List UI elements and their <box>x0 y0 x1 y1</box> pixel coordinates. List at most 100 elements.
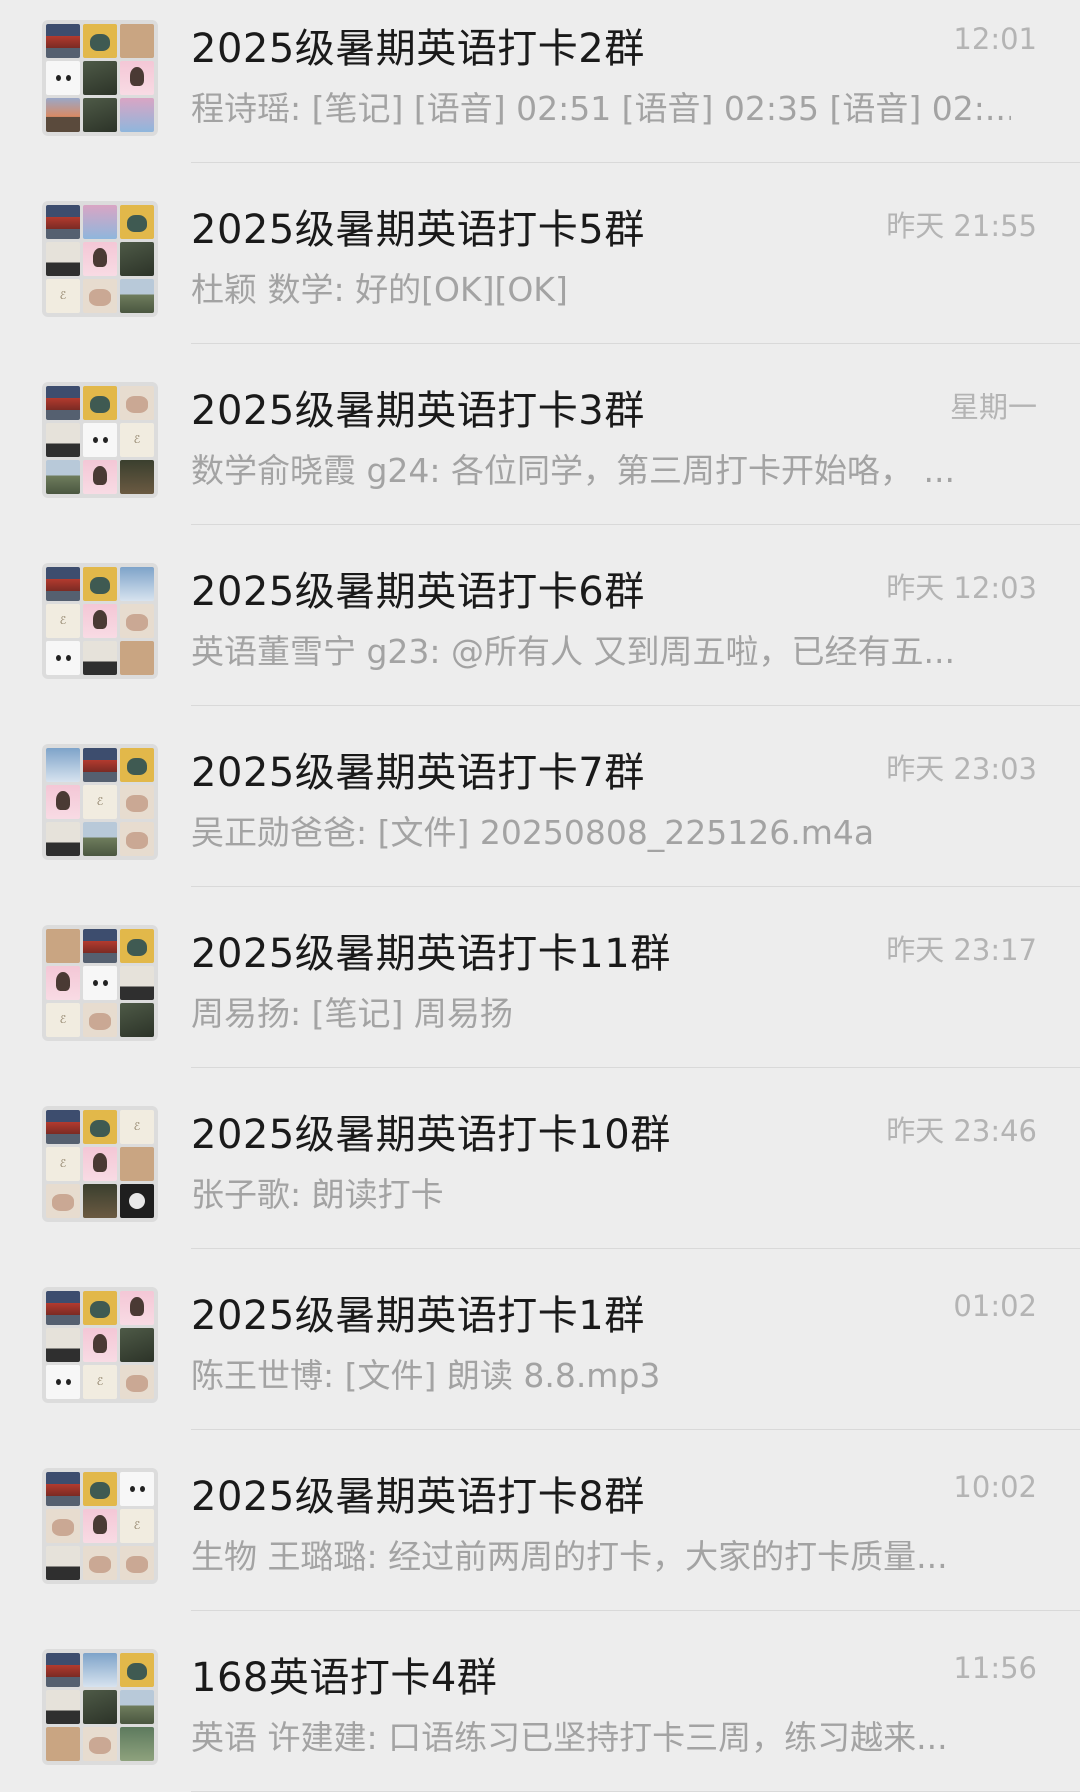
member-avatar-tile <box>46 1003 80 1037</box>
member-avatar-tile <box>46 567 80 601</box>
chat-preview: 周易扬: [笔记] 周易扬 <box>191 994 513 1033</box>
chat-preview: 数学俞晓霞 g24: 各位同学，第三周打卡开始咯， ... <box>191 451 955 490</box>
chat-row[interactable]: 168英语打卡4群 11:56 英语 许建建: 口语练习已坚持打卡三周，练习越来… <box>0 1611 1080 1792</box>
member-avatar-tile <box>46 1184 80 1218</box>
member-avatar-tile <box>46 98 80 132</box>
member-avatar-tile <box>120 748 154 782</box>
group-avatar <box>42 201 158 317</box>
member-avatar-tile <box>83 61 117 95</box>
member-avatar-tile <box>46 1291 80 1325</box>
member-avatar-tile <box>46 1690 80 1724</box>
member-avatar-tile <box>120 242 154 276</box>
group-avatar <box>42 1287 158 1403</box>
chat-row[interactable]: 2025级暑期英语打卡3群 星期一 数学俞晓霞 g24: 各位同学，第三周打卡开… <box>0 344 1080 525</box>
member-avatar-tile <box>46 604 80 638</box>
member-avatar-tile <box>83 423 117 457</box>
chat-time: 01:02 <box>953 1289 1037 1323</box>
chat-list: 2025级暑期英语打卡2群 12:01 程诗瑶: [笔记] [语音] 02:51… <box>0 0 1080 1792</box>
member-avatar-tile <box>120 567 154 601</box>
member-avatar-tile <box>83 279 117 313</box>
chat-title: 2025级暑期英语打卡7群 <box>191 750 645 796</box>
chat-time: 昨天 23:46 <box>886 1114 1037 1148</box>
member-avatar-tile <box>83 822 117 856</box>
member-avatar-tile <box>83 1147 117 1181</box>
chat-row[interactable]: 2025级暑期英语打卡7群 昨天 23:03 吴正勋爸爸: [文件] 20250… <box>0 706 1080 887</box>
chat-preview: 陈王世博: [文件] 朗读 8.8.mp3 <box>191 1356 661 1395</box>
member-avatar-tile <box>46 386 80 420</box>
member-avatar-tile <box>83 24 117 58</box>
member-avatar-tile <box>120 785 154 819</box>
chat-preview: 吴正勋爸爸: [文件] 20250808_225126.m4a <box>191 813 875 852</box>
member-avatar-tile <box>83 1365 117 1399</box>
member-avatar-tile <box>83 1003 117 1037</box>
member-avatar-tile <box>83 604 117 638</box>
group-avatar <box>42 20 158 136</box>
chat-title: 2025级暑期英语打卡2群 <box>191 26 645 72</box>
chat-title: 2025级暑期英语打卡3群 <box>191 388 645 434</box>
chat-time: 昨天 12:03 <box>886 571 1037 605</box>
member-avatar-tile <box>46 242 80 276</box>
member-avatar-tile <box>46 279 80 313</box>
member-avatar-tile <box>46 1328 80 1362</box>
member-avatar-tile <box>46 205 80 239</box>
member-avatar-tile <box>46 61 80 95</box>
member-avatar-tile <box>83 1110 117 1144</box>
chat-time: 11:56 <box>953 1651 1037 1685</box>
chat-title: 168英语打卡4群 <box>191 1655 498 1701</box>
member-avatar-tile <box>83 1546 117 1580</box>
chat-row[interactable]: 2025级暑期英语打卡10群 昨天 23:46 张子歌: 朗读打卡 <box>0 1068 1080 1249</box>
chat-row[interactable]: 2025级暑期英语打卡6群 昨天 12:03 英语董雪宁 g23: @所有人 又… <box>0 525 1080 706</box>
member-avatar-tile <box>120 604 154 638</box>
member-avatar-tile <box>120 822 154 856</box>
member-avatar-tile <box>120 1509 154 1543</box>
chat-row[interactable]: 2025级暑期英语打卡5群 昨天 21:55 杜颖 数学: 好的[OK][OK] <box>0 163 1080 344</box>
chat-row[interactable]: 2025级暑期英语打卡11群 昨天 23:17 周易扬: [笔记] 周易扬 <box>0 887 1080 1068</box>
group-avatar <box>42 744 158 860</box>
member-avatar-tile <box>83 567 117 601</box>
member-avatar-tile <box>120 1546 154 1580</box>
member-avatar-tile <box>83 1653 117 1687</box>
member-avatar-tile <box>120 1472 154 1506</box>
member-avatar-tile <box>46 1365 80 1399</box>
chat-preview: 杜颖 数学: 好的[OK][OK] <box>191 270 568 309</box>
group-avatar <box>42 925 158 1041</box>
member-avatar-tile <box>83 205 117 239</box>
member-avatar-tile <box>120 1328 154 1362</box>
group-avatar <box>42 1106 158 1222</box>
chat-row[interactable]: 2025级暑期英语打卡1群 01:02 陈王世博: [文件] 朗读 8.8.mp… <box>0 1249 1080 1430</box>
member-avatar-tile <box>83 785 117 819</box>
group-avatar <box>42 1468 158 1584</box>
group-avatar <box>42 563 158 679</box>
chat-row[interactable]: 2025级暑期英语打卡2群 12:01 程诗瑶: [笔记] [语音] 02:51… <box>0 0 1080 163</box>
member-avatar-tile <box>83 98 117 132</box>
member-avatar-tile <box>120 24 154 58</box>
member-avatar-tile <box>120 460 154 494</box>
member-avatar-tile <box>83 1328 117 1362</box>
member-avatar-tile <box>120 1147 154 1181</box>
member-avatar-tile <box>46 460 80 494</box>
member-avatar-tile <box>83 1184 117 1218</box>
member-avatar-tile <box>46 1472 80 1506</box>
member-avatar-tile <box>120 279 154 313</box>
member-avatar-tile <box>46 24 80 58</box>
member-avatar-tile <box>120 98 154 132</box>
member-avatar-tile <box>46 1653 80 1687</box>
member-avatar-tile <box>46 641 80 675</box>
chat-title: 2025级暑期英语打卡1群 <box>191 1293 645 1339</box>
chat-time: 昨天 21:55 <box>886 209 1037 243</box>
chat-preview: 英语董雪宁 g23: @所有人 又到周五啦，已经有五... <box>191 632 955 671</box>
chat-preview: 英语 许建建: 口语练习已坚持打卡三周，练习越来... <box>191 1718 948 1757</box>
member-avatar-tile <box>46 785 80 819</box>
member-avatar-tile <box>120 1291 154 1325</box>
chat-title: 2025级暑期英语打卡5群 <box>191 207 645 253</box>
member-avatar-tile <box>120 1365 154 1399</box>
member-avatar-tile <box>120 423 154 457</box>
member-avatar-tile <box>120 205 154 239</box>
chat-time: 昨天 23:17 <box>886 933 1037 967</box>
member-avatar-tile <box>83 460 117 494</box>
chat-preview: 生物 王璐璐: 经过前两周的打卡，大家的打卡质量... <box>191 1537 948 1576</box>
chat-row[interactable]: 2025级暑期英语打卡8群 10:02 生物 王璐璐: 经过前两周的打卡，大家的… <box>0 1430 1080 1611</box>
member-avatar-tile <box>46 1727 80 1761</box>
chat-preview: 张子歌: 朗读打卡 <box>191 1175 444 1214</box>
member-avatar-tile <box>46 1147 80 1181</box>
